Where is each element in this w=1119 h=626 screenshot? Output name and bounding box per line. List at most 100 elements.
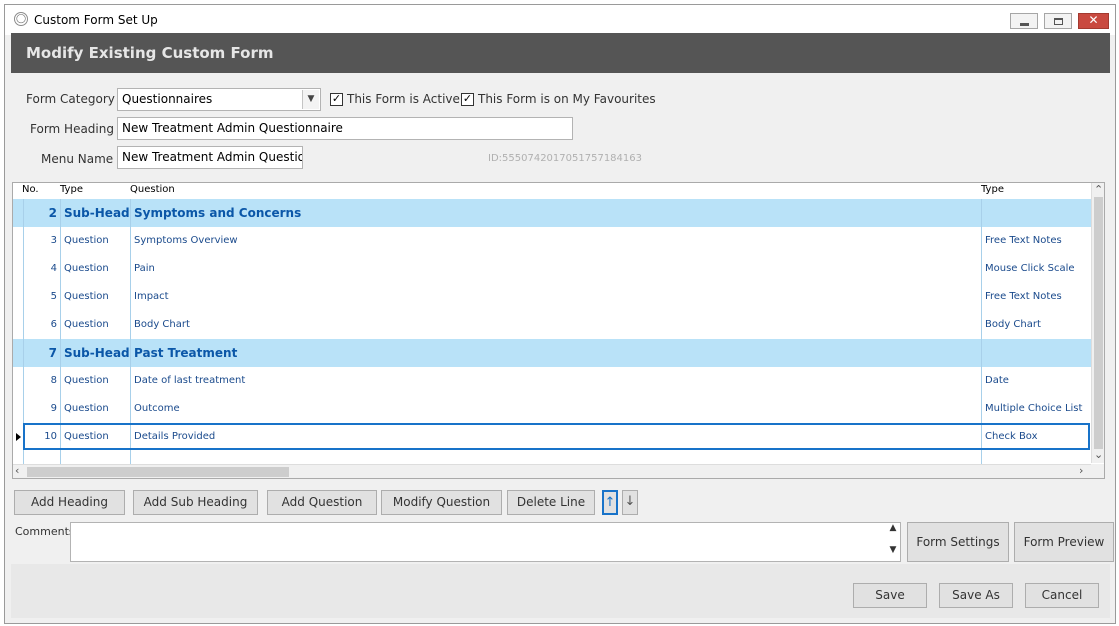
cancel-button[interactable]: Cancel	[1025, 583, 1099, 608]
column-header-type[interactable]: Type	[60, 184, 83, 195]
scroll-up-icon[interactable]: ⌃	[1094, 184, 1103, 196]
horizontal-scrollbar[interactable]: ‹ ›	[13, 464, 1091, 478]
cell-question: Outcome	[130, 395, 981, 423]
table-row[interactable]: 3 Question Symptoms Overview Free Text N…	[13, 227, 1091, 256]
form-settings-button[interactable]: Form Settings	[907, 522, 1009, 562]
cell-answer-type: Check Box	[981, 423, 1091, 451]
add-heading-button[interactable]: Add Heading	[14, 490, 125, 515]
comments-scrollbar[interactable]: ▲ ▼	[886, 523, 900, 561]
cell-type: Question	[60, 227, 130, 255]
table-row[interactable]: 4 Question Pain Mouse Click Scale	[13, 255, 1091, 284]
cell-answer-type: Date	[981, 367, 1091, 395]
grid-header: No. Type Question Type	[13, 183, 1091, 200]
cell-type: Sub-Headi	[60, 199, 130, 227]
form-active-label: This Form is Active	[347, 92, 460, 106]
cell-no: 7	[23, 339, 60, 367]
cell-question: Symptoms and Concerns	[130, 199, 981, 227]
form-content: Form Category Questionnaires ▼ ✓ This Fo…	[11, 73, 1114, 618]
arrow-down-icon: ↓	[624, 494, 636, 509]
comments-textarea[interactable]: ▲ ▼	[70, 522, 901, 562]
form-category-value: Questionnaires	[122, 92, 213, 106]
column-header-no[interactable]: No.	[22, 184, 39, 195]
cell-type: Sub-Headi	[60, 339, 130, 367]
form-heading-input[interactable]: New Treatment Admin Questionnaire	[117, 117, 573, 140]
minimize-icon	[1020, 23, 1029, 26]
table-row[interactable]: 2 Sub-Headi Symptoms and Concerns	[13, 199, 1091, 228]
table-row-selected[interactable]: 10 Question Details Provided Check Box	[13, 423, 1091, 452]
cell-no: 8	[23, 367, 60, 395]
menu-name-label: Menu Name	[41, 152, 114, 166]
column-header-question[interactable]: Question	[130, 184, 175, 195]
table-row[interactable]: 7 Sub-Headi Past Treatment	[13, 339, 1091, 368]
save-button[interactable]: Save	[853, 583, 927, 608]
add-sub-heading-button[interactable]: Add Sub Heading	[133, 490, 258, 515]
app-icon: ◯	[14, 12, 28, 26]
page-title: Modify Existing Custom Form	[26, 44, 274, 62]
cell-answer-type: Free Text Notes	[981, 283, 1091, 311]
add-question-button[interactable]: Add Question	[267, 490, 377, 515]
row-selector[interactable]	[13, 339, 23, 367]
favourites-checkbox[interactable]: ✓ This Form is on My Favourites	[461, 92, 656, 106]
scroll-right-icon[interactable]: ›	[1079, 465, 1083, 477]
scroll-up-icon[interactable]: ▲	[886, 523, 900, 533]
save-as-button[interactable]: Save As	[939, 583, 1013, 608]
move-down-button[interactable]: ↓	[622, 490, 638, 515]
vertical-scrollbar[interactable]: ⌃ ⌄	[1091, 183, 1104, 463]
minimize-button[interactable]	[1010, 13, 1038, 29]
form-category-select[interactable]: Questionnaires ▼	[117, 88, 321, 111]
table-row[interactable]: 8 Question Date of last treatment Date	[13, 367, 1091, 396]
scroll-down-icon[interactable]: ⌄	[1094, 449, 1103, 461]
form-id: ID:555074201705175718416​3	[488, 153, 642, 164]
cell-no: 5	[23, 283, 60, 311]
move-up-button[interactable]: ↑	[602, 490, 618, 515]
row-selector[interactable]	[13, 423, 23, 451]
delete-line-button[interactable]: Delete Line	[507, 490, 595, 515]
table-row[interactable]: 9 Question Outcome Multiple Choice List	[13, 395, 1091, 424]
cell-answer-type: Body Chart	[981, 311, 1091, 339]
cell-question: Impact	[130, 283, 981, 311]
modify-question-button[interactable]: Modify Question	[381, 490, 502, 515]
header-band: Modify Existing Custom Form	[11, 33, 1110, 73]
cell-question: Date of last treatment	[130, 367, 981, 395]
row-selector[interactable]	[13, 283, 23, 311]
cell-answer-type: Multiple Choice List	[981, 395, 1091, 423]
cell-question: Past Treatment	[130, 339, 981, 367]
horizontal-scroll-thumb[interactable]	[27, 467, 289, 477]
title-bar: ◯ Custom Form Set Up ✕	[5, 5, 1115, 35]
form-category-label: Form Category	[26, 92, 115, 106]
row-selector[interactable]	[13, 395, 23, 423]
form-preview-button[interactable]: Form Preview	[1014, 522, 1114, 562]
cell-type: Question	[60, 255, 130, 283]
cell-type: Question	[60, 311, 130, 339]
close-button[interactable]: ✕	[1078, 13, 1109, 29]
scroll-left-icon[interactable]: ‹	[15, 465, 19, 477]
row-selector[interactable]	[13, 255, 23, 283]
chevron-down-icon[interactable]: ▼	[302, 90, 319, 109]
cell-answer-type	[981, 339, 1091, 367]
restore-button[interactable]	[1044, 13, 1072, 29]
checkbox-checked-icon[interactable]: ✓	[330, 92, 343, 106]
checkbox-checked-icon[interactable]: ✓	[461, 92, 474, 106]
cell-answer-type: Mouse Click Scale	[981, 255, 1091, 283]
scroll-down-icon[interactable]: ▼	[886, 545, 900, 555]
custom-form-window: ◯ Custom Form Set Up ✕ Modify Existing C…	[4, 4, 1116, 624]
cell-question: Pain	[130, 255, 981, 283]
table-row[interactable]: 5 Question Impact Free Text Notes	[13, 283, 1091, 312]
vertical-scroll-thumb[interactable]	[1094, 197, 1103, 449]
cell-question: Symptoms Overview	[130, 227, 981, 255]
cell-no: 10	[23, 423, 60, 451]
column-header-answer-type[interactable]: Type	[981, 184, 1004, 195]
row-selector[interactable]	[13, 199, 23, 227]
cell-type: Question	[60, 423, 130, 451]
cell-question: Details Provided	[130, 423, 981, 451]
form-active-checkbox[interactable]: ✓ This Form is Active	[330, 92, 460, 106]
cell-no: 6	[23, 311, 60, 339]
scroll-corner	[1091, 464, 1104, 478]
row-selector[interactable]	[13, 311, 23, 339]
row-selector[interactable]	[13, 227, 23, 255]
menu-name-input[interactable]: New Treatment Admin Questio	[117, 146, 303, 169]
table-row[interactable]: 6 Question Body Chart Body Chart	[13, 311, 1091, 340]
row-selector[interactable]	[13, 367, 23, 395]
questions-grid: No. Type Question Type 2 Sub-Headi Sympt…	[12, 182, 1105, 479]
table-row-new[interactable]	[13, 451, 1091, 478]
